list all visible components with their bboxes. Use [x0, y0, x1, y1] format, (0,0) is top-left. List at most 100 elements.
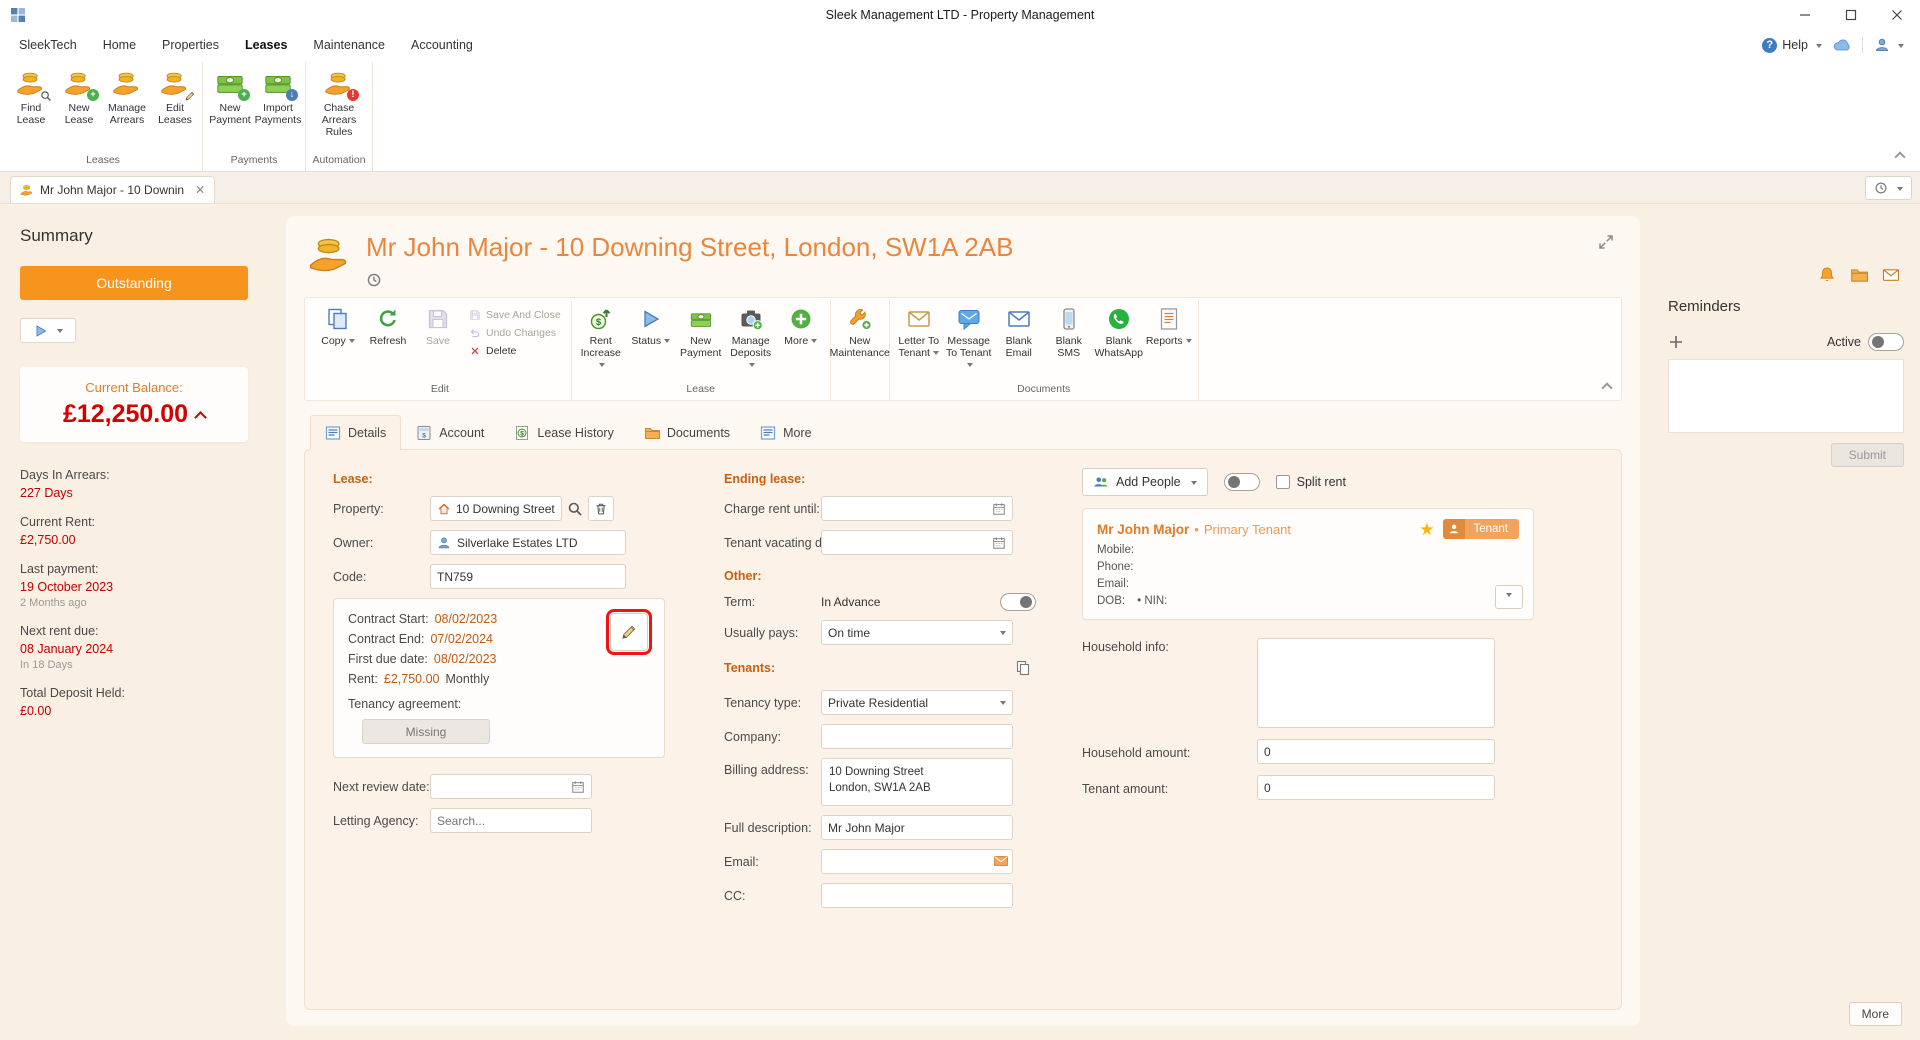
- billing-address-label: Billing address:: [724, 763, 809, 777]
- quick-actions-button[interactable]: [20, 318, 76, 343]
- timer-button[interactable]: [1865, 176, 1912, 200]
- tab-lease-history[interactable]: Lease History: [499, 415, 628, 450]
- add-people-button[interactable]: Add People: [1082, 468, 1208, 496]
- code-input[interactable]: [430, 564, 626, 589]
- blank-sms-button[interactable]: Blank SMS: [1044, 301, 1094, 380]
- document-tab[interactable]: Mr John Major - 10 Downin ✕: [10, 176, 216, 203]
- term-toggle[interactable]: [1000, 593, 1036, 611]
- page-title: Mr John Major - 10 Downing Street, Londo…: [366, 232, 1014, 262]
- manage-arrears-button[interactable]: Manage Arrears: [103, 62, 151, 151]
- chevron-up-icon[interactable]: [194, 410, 207, 424]
- property-remove-icon[interactable]: [588, 496, 614, 521]
- edit-contract-button[interactable]: [606, 609, 652, 655]
- submit-button[interactable]: Submit: [1830, 443, 1904, 467]
- history-icon[interactable]: [366, 272, 382, 288]
- message-to-tenant-button[interactable]: Message To Tenant: [944, 301, 994, 380]
- menu-sleektech[interactable]: SleekTech: [6, 38, 90, 52]
- next-review-date-input[interactable]: [430, 774, 592, 799]
- tenant-card[interactable]: Mr John Major • Primary Tenant ★ Tenant: [1082, 508, 1534, 620]
- property-search-icon[interactable]: [562, 496, 588, 521]
- save-button[interactable]: Save: [413, 301, 463, 380]
- maximize-icon[interactable]: [1828, 0, 1874, 30]
- user-account-button[interactable]: [1874, 37, 1904, 53]
- cloud-sync-icon[interactable]: [1833, 36, 1851, 54]
- manage-deposits-button[interactable]: Manage Deposits: [726, 301, 776, 380]
- new-lease-button[interactable]: + New Lease: [55, 62, 103, 151]
- expand-icon[interactable]: [1598, 234, 1614, 250]
- find-lease-button[interactable]: Find Lease: [7, 62, 55, 151]
- charge-rent-until-input[interactable]: [821, 496, 1013, 521]
- mail-icon[interactable]: [1882, 266, 1900, 284]
- full-description-input[interactable]: [821, 815, 1013, 840]
- blank-email-button[interactable]: Blank Email: [994, 301, 1044, 380]
- chase-arrears-rules-button[interactable]: ! Chase Arrears Rules: [309, 62, 369, 151]
- tenant-vacating-input[interactable]: [821, 530, 1013, 555]
- email-input[interactable]: [821, 849, 1013, 874]
- star-icon[interactable]: ★: [1419, 521, 1434, 538]
- ribbon-menubar: SleekTech Home Properties Leases Mainten…: [0, 30, 1920, 60]
- household-amount-input[interactable]: [1257, 739, 1495, 764]
- close-icon[interactable]: [1874, 0, 1920, 30]
- letter-to-tenant-button[interactable]: Letter To Tenant: [894, 301, 944, 380]
- copy-button[interactable]: Copy: [313, 301, 363, 380]
- billing-address-input[interactable]: 10 Downing Street London, SW1A 2AB: [821, 758, 1013, 806]
- ribbon-collapse-icon[interactable]: [1894, 146, 1906, 163]
- ending-lease-section-title: Ending lease:: [724, 472, 806, 486]
- tenant-amount-input[interactable]: [1257, 775, 1495, 800]
- household-info-input[interactable]: [1257, 638, 1495, 728]
- menu-home[interactable]: Home: [90, 38, 149, 52]
- cc-input[interactable]: [821, 883, 1013, 908]
- folder-icon[interactable]: [1850, 266, 1868, 284]
- tab-details[interactable]: Details: [310, 415, 402, 451]
- tenancy-type-select[interactable]: Private Residential: [821, 690, 1013, 715]
- ribbon-group-label: Automation: [312, 154, 366, 166]
- usually-pays-select[interactable]: On time: [821, 620, 1013, 645]
- more-button[interactable]: More: [1848, 1002, 1902, 1026]
- whatsapp-icon: [1107, 307, 1131, 331]
- import-payments-button[interactable]: ↓ Import Payments: [254, 62, 302, 151]
- menu-properties[interactable]: Properties: [149, 38, 232, 52]
- clock-icon: [1874, 181, 1888, 195]
- notifications-bell-icon[interactable]: [1818, 266, 1836, 284]
- new-payment-toolbar-button[interactable]: New Payment: [676, 301, 726, 380]
- mail-icon[interactable]: [993, 853, 1009, 869]
- send-icon: [33, 323, 49, 339]
- tab-account[interactable]: Account: [401, 415, 499, 450]
- outstanding-status-button[interactable]: Outstanding: [20, 266, 248, 300]
- new-payment-button[interactable]: + New Payment: [206, 62, 254, 151]
- reminders-list[interactable]: [1668, 359, 1904, 433]
- edit-leases-button[interactable]: Edit Leases: [151, 62, 199, 151]
- undo-changes-button[interactable]: Undo Changes: [469, 327, 561, 339]
- tab-close-icon[interactable]: ✕: [195, 183, 205, 197]
- menu-maintenance[interactable]: Maintenance: [300, 38, 398, 52]
- toolbar-collapse-icon[interactable]: [1601, 377, 1613, 394]
- tenancy-agreement-missing-button[interactable]: Missing: [362, 719, 490, 744]
- letting-agency-input[interactable]: [430, 808, 592, 833]
- copy-tenants-icon[interactable]: [1010, 655, 1036, 680]
- add-reminder-icon[interactable]: [1668, 334, 1684, 350]
- status-button[interactable]: Status: [626, 301, 676, 380]
- account-icon: [416, 425, 432, 441]
- save-and-close-button[interactable]: Save And Close: [469, 309, 561, 321]
- reports-button[interactable]: Reports: [1144, 301, 1194, 380]
- rent-increase-button[interactable]: Rent Increase: [576, 301, 626, 380]
- company-input[interactable]: [821, 724, 1013, 749]
- blank-whatsapp-button[interactable]: Blank WhatsApp: [1094, 301, 1144, 380]
- minimize-icon[interactable]: [1782, 0, 1828, 30]
- menu-accounting[interactable]: Accounting: [398, 38, 486, 52]
- split-rent-toggle[interactable]: [1223, 473, 1260, 491]
- tab-more[interactable]: More: [745, 415, 826, 450]
- split-rent-checkbox[interactable]: [1275, 475, 1290, 489]
- help-button[interactable]: ? Help: [1762, 37, 1822, 53]
- new-maintenance-button[interactable]: New Maintenance: [830, 301, 890, 392]
- menu-leases[interactable]: Leases: [232, 38, 300, 52]
- property-field[interactable]: 10 Downing Street: [430, 496, 562, 521]
- tenant-expand-button[interactable]: [1495, 585, 1523, 609]
- delete-button[interactable]: Delete: [469, 345, 561, 357]
- owner-field[interactable]: Silverlake Estates LTD: [430, 530, 626, 555]
- more-button[interactable]: More: [776, 301, 826, 380]
- tab-documents[interactable]: Documents: [629, 415, 745, 450]
- active-toggle[interactable]: [1868, 333, 1904, 351]
- refresh-button[interactable]: Refresh: [363, 301, 413, 380]
- split-rent-label: Split rent: [1296, 475, 1346, 489]
